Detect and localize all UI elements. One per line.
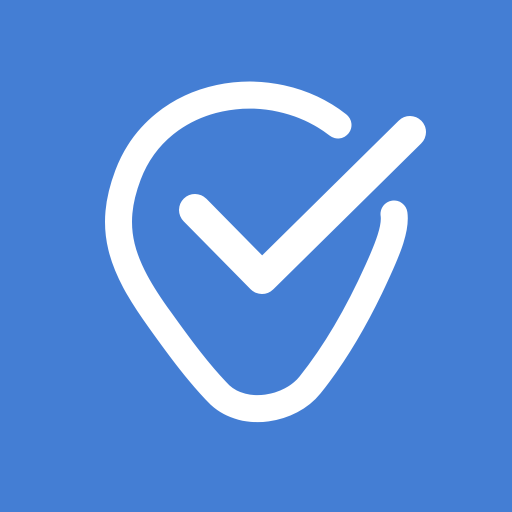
app-icon	[0, 0, 512, 512]
location-check-icon	[0, 0, 512, 512]
